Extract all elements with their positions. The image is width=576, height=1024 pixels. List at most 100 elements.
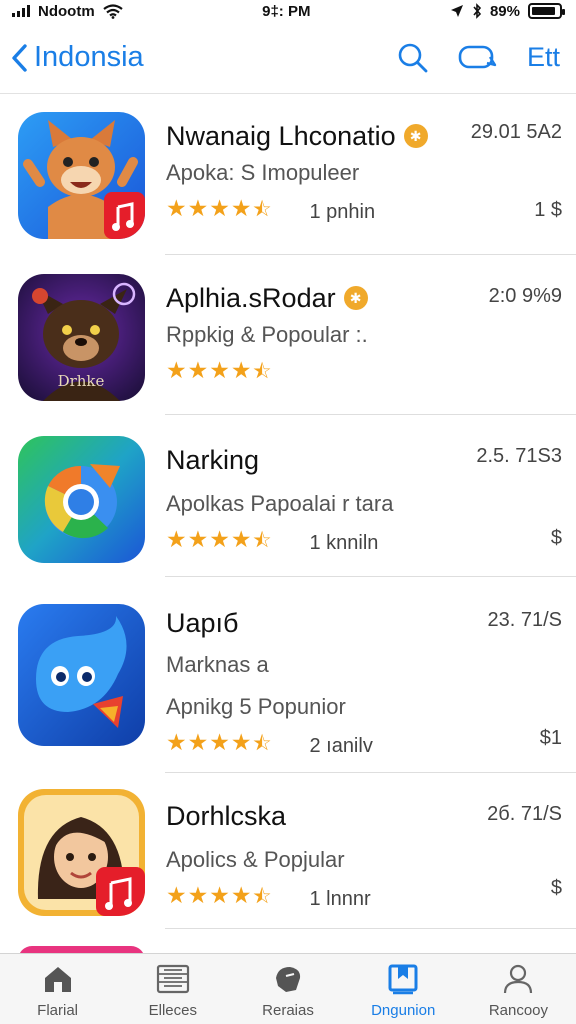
carrier-label: Ndootm bbox=[38, 2, 95, 20]
star-full-icon: ★ bbox=[209, 195, 230, 221]
app-subtitle: Apolics & Popjular bbox=[166, 847, 345, 872]
tab-bar: Flarial Elleces Reraias Dngunion Rancooy bbox=[0, 953, 576, 1024]
rating-stars: ★ ★ ★ ★ ⯪ bbox=[166, 195, 271, 229]
list-icon bbox=[155, 962, 191, 996]
star-full-icon: ★ bbox=[209, 357, 230, 383]
rating-stars: ★ ★ ★ ★ ⯪ bbox=[166, 729, 271, 763]
bluetooth-icon bbox=[473, 3, 482, 19]
app-icon-avatar bbox=[18, 789, 145, 916]
star-half-icon: ⯪ bbox=[252, 199, 272, 221]
star-full-icon: ★ bbox=[187, 526, 209, 552]
star-full-icon: ★ bbox=[209, 729, 230, 755]
status-bar: Ndootm 9‡: PM 89% bbox=[0, 0, 576, 22]
star-full-icon: ★ bbox=[209, 526, 230, 552]
app-subtitle: Rppkig & Popoular :. bbox=[166, 322, 368, 347]
app-icon-text: Drhke bbox=[58, 372, 105, 390]
tab-games[interactable]: Reraias bbox=[230, 954, 345, 1024]
app-price: $1 bbox=[539, 727, 562, 749]
app-value: 2:0 9%9 bbox=[488, 285, 562, 307]
location-icon bbox=[450, 5, 463, 17]
star-full-icon: ★ bbox=[187, 882, 209, 908]
back-button[interactable]: Indonsia bbox=[10, 41, 144, 74]
star-full-icon: ★ bbox=[209, 882, 230, 908]
battery-fill bbox=[531, 7, 556, 15]
app-value: 23. 71/S bbox=[487, 609, 562, 631]
app-title: Aplhia.sRodar bbox=[166, 282, 336, 313]
tab-label: Dngunion bbox=[371, 1002, 436, 1019]
rating-count: 1 lnnnr bbox=[309, 887, 371, 910]
app-title: Narking bbox=[166, 444, 260, 475]
chat-button[interactable] bbox=[457, 38, 497, 78]
app-subtitle-secondary: Apnikg 5 Popunior bbox=[166, 694, 346, 719]
bookmark-icon bbox=[385, 962, 421, 996]
star-full-icon: ★ bbox=[230, 195, 252, 221]
star-full-icon: ★ bbox=[166, 195, 187, 221]
tab-home[interactable]: Flarial bbox=[0, 954, 115, 1024]
star-full-icon: ★ bbox=[166, 882, 187, 908]
tab-label: Flarial bbox=[37, 1002, 79, 1019]
chevron-left-icon bbox=[12, 43, 27, 72]
star-full-icon: ★ bbox=[166, 729, 187, 755]
star-full-icon: ★ bbox=[230, 526, 252, 552]
star-full-icon: ★ bbox=[166, 526, 187, 552]
app-price: $ bbox=[550, 877, 562, 899]
tab-profile[interactable]: Rancooy bbox=[461, 954, 576, 1024]
app-icon-fox bbox=[18, 112, 145, 239]
person-icon bbox=[500, 962, 536, 996]
verified-badge-icon: ✱ bbox=[343, 286, 368, 310]
star-half-icon: ⯪ bbox=[252, 886, 272, 908]
app-title: Dorhlcska bbox=[166, 800, 287, 831]
signal-icon bbox=[12, 5, 30, 17]
star-half-icon: ⯪ bbox=[252, 361, 272, 383]
star-full-icon: ★ bbox=[230, 729, 252, 755]
app-title: Nwanaig Lhconatio bbox=[166, 120, 396, 151]
app-row[interactable]: Nwanaig Lhconatio ✱ Apoka: S Imopuleer ★… bbox=[0, 95, 576, 255]
app-icon-bear: Drhke bbox=[18, 274, 145, 401]
app-icon-fish bbox=[18, 604, 145, 746]
edit-button[interactable]: Ett bbox=[527, 42, 560, 73]
app-value: 2.5. 71S3 bbox=[476, 445, 562, 467]
search-button[interactable] bbox=[393, 38, 433, 78]
app-value: 2б. 71/S bbox=[487, 803, 562, 825]
rating-count: 2 ıanilv bbox=[309, 734, 373, 757]
star-half-icon: ⯪ bbox=[252, 530, 272, 552]
app-subtitle: Apolkas Papoalai r tara bbox=[166, 491, 394, 516]
app-icon-circle bbox=[18, 436, 145, 563]
status-right: 89% bbox=[450, 2, 565, 20]
row-divider bbox=[165, 928, 576, 929]
search-icon bbox=[398, 43, 428, 72]
app-value: 29.01 5A2 bbox=[470, 121, 562, 143]
tab-list[interactable]: Elleces bbox=[115, 954, 230, 1024]
tab-label: Reraias bbox=[262, 1002, 314, 1019]
rating-stars: ★ ★ ★ ★ ⯪ bbox=[166, 357, 271, 391]
app-price: $ bbox=[550, 527, 562, 549]
app-row[interactable]: Narking Apolkas Papoalai r tara ★ ★ ★ ★ ⯪ 1 … bbox=[0, 415, 576, 577]
app-row[interactable]: Drhke Aplhia.sRodar ✱ Rppkig & Popoular … bbox=[0, 255, 576, 415]
status-left: Ndootm bbox=[12, 3, 123, 20]
wifi-icon bbox=[102, 3, 123, 19]
app-price: 1 $ bbox=[534, 199, 562, 221]
rating-count: 1 knniln bbox=[309, 531, 379, 554]
battery-percent: 89% bbox=[489, 2, 520, 20]
app-subtitle: Apoka: S Imopuleer bbox=[166, 160, 360, 185]
app-list: Nwanaig Lhconatio ✱ Apoka: S Imopuleer ★… bbox=[0, 95, 576, 929]
back-label: Indonsia bbox=[34, 41, 144, 73]
navigation-bar: Indonsia Ett bbox=[0, 22, 576, 94]
app-subtitle: Marknas a bbox=[166, 652, 269, 677]
star-full-icon: ★ bbox=[230, 882, 252, 908]
star-full-icon: ★ bbox=[187, 195, 209, 221]
rating-stars: ★ ★ ★ ★ ⯪ bbox=[166, 526, 271, 560]
star-full-icon: ★ bbox=[230, 357, 252, 383]
app-row[interactable]: Uapıб Marknas a Apnikg 5 Popunior ★ ★ ★ ★ ⯪ … bbox=[0, 577, 576, 773]
star-full-icon: ★ bbox=[166, 357, 187, 383]
star-full-icon: ★ bbox=[187, 729, 209, 755]
star-half-icon: ⯪ bbox=[252, 733, 272, 755]
tab-bookmarks[interactable]: Dngunion bbox=[346, 954, 461, 1024]
app-title: Uapıб bbox=[166, 607, 239, 638]
app-row[interactable]: Dorhlcska Apolics & Popjular ★ ★ ★ ★ ⯪ 1 lnn… bbox=[0, 773, 576, 929]
rating-count: 1 pnhin bbox=[309, 200, 376, 223]
battery-icon bbox=[527, 3, 565, 19]
star-full-icon: ★ bbox=[187, 357, 209, 383]
status-time: 9‡: PM bbox=[262, 2, 311, 20]
games-icon bbox=[270, 962, 306, 996]
